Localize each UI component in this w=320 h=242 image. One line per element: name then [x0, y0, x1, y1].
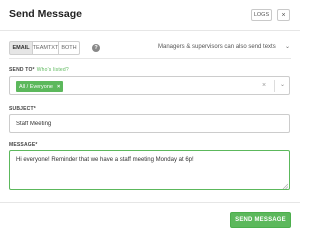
- chevron-down-icon[interactable]: ⌄: [280, 81, 285, 88]
- send-to-label: SEND TO* Who's listed?: [9, 67, 69, 73]
- remove-chip-icon[interactable]: ×: [57, 84, 60, 90]
- select-separator: [274, 80, 275, 92]
- send-message-button[interactable]: SEND MESSAGE: [230, 212, 291, 228]
- clear-icon[interactable]: ×: [262, 82, 266, 89]
- modal-header: Send Message LOGS ×: [0, 0, 300, 30]
- recipients-select[interactable]: All / Everyone × × ⌄: [9, 76, 290, 95]
- recipient-chip: All / Everyone ×: [16, 81, 64, 92]
- modal-title: Send Message: [9, 8, 82, 20]
- whos-listed-link[interactable]: Who's listed?: [37, 67, 69, 73]
- header-divider: [0, 30, 300, 31]
- subject-label: SUBJECT*: [9, 106, 36, 112]
- tab-email[interactable]: EMAIL: [9, 41, 33, 55]
- message-label: MESSAGE*: [9, 142, 38, 148]
- tab-teamtxt[interactable]: TEAMTXT: [32, 41, 59, 55]
- message-textarea[interactable]: Hi everyone! Reminder that we have a sta…: [9, 150, 290, 190]
- recipient-chip-label: All / Everyone: [19, 83, 53, 90]
- chevron-down-icon[interactable]: ⌄: [285, 43, 290, 50]
- permission-note[interactable]: Managers & supervisors can also send tex…: [158, 44, 276, 50]
- close-icon[interactable]: ×: [277, 9, 290, 21]
- resize-grip-icon[interactable]: [282, 183, 288, 189]
- send-to-label-text: SEND TO*: [9, 67, 35, 73]
- footer-divider: [0, 202, 300, 203]
- subject-input[interactable]: [9, 114, 290, 133]
- logs-button[interactable]: LOGS: [251, 9, 272, 21]
- tab-both[interactable]: BOTH: [58, 41, 80, 55]
- help-icon[interactable]: ?: [92, 44, 100, 52]
- tabs-divider: [9, 58, 291, 59]
- channel-tabs: EMAIL TEAMTXT BOTH: [9, 41, 80, 55]
